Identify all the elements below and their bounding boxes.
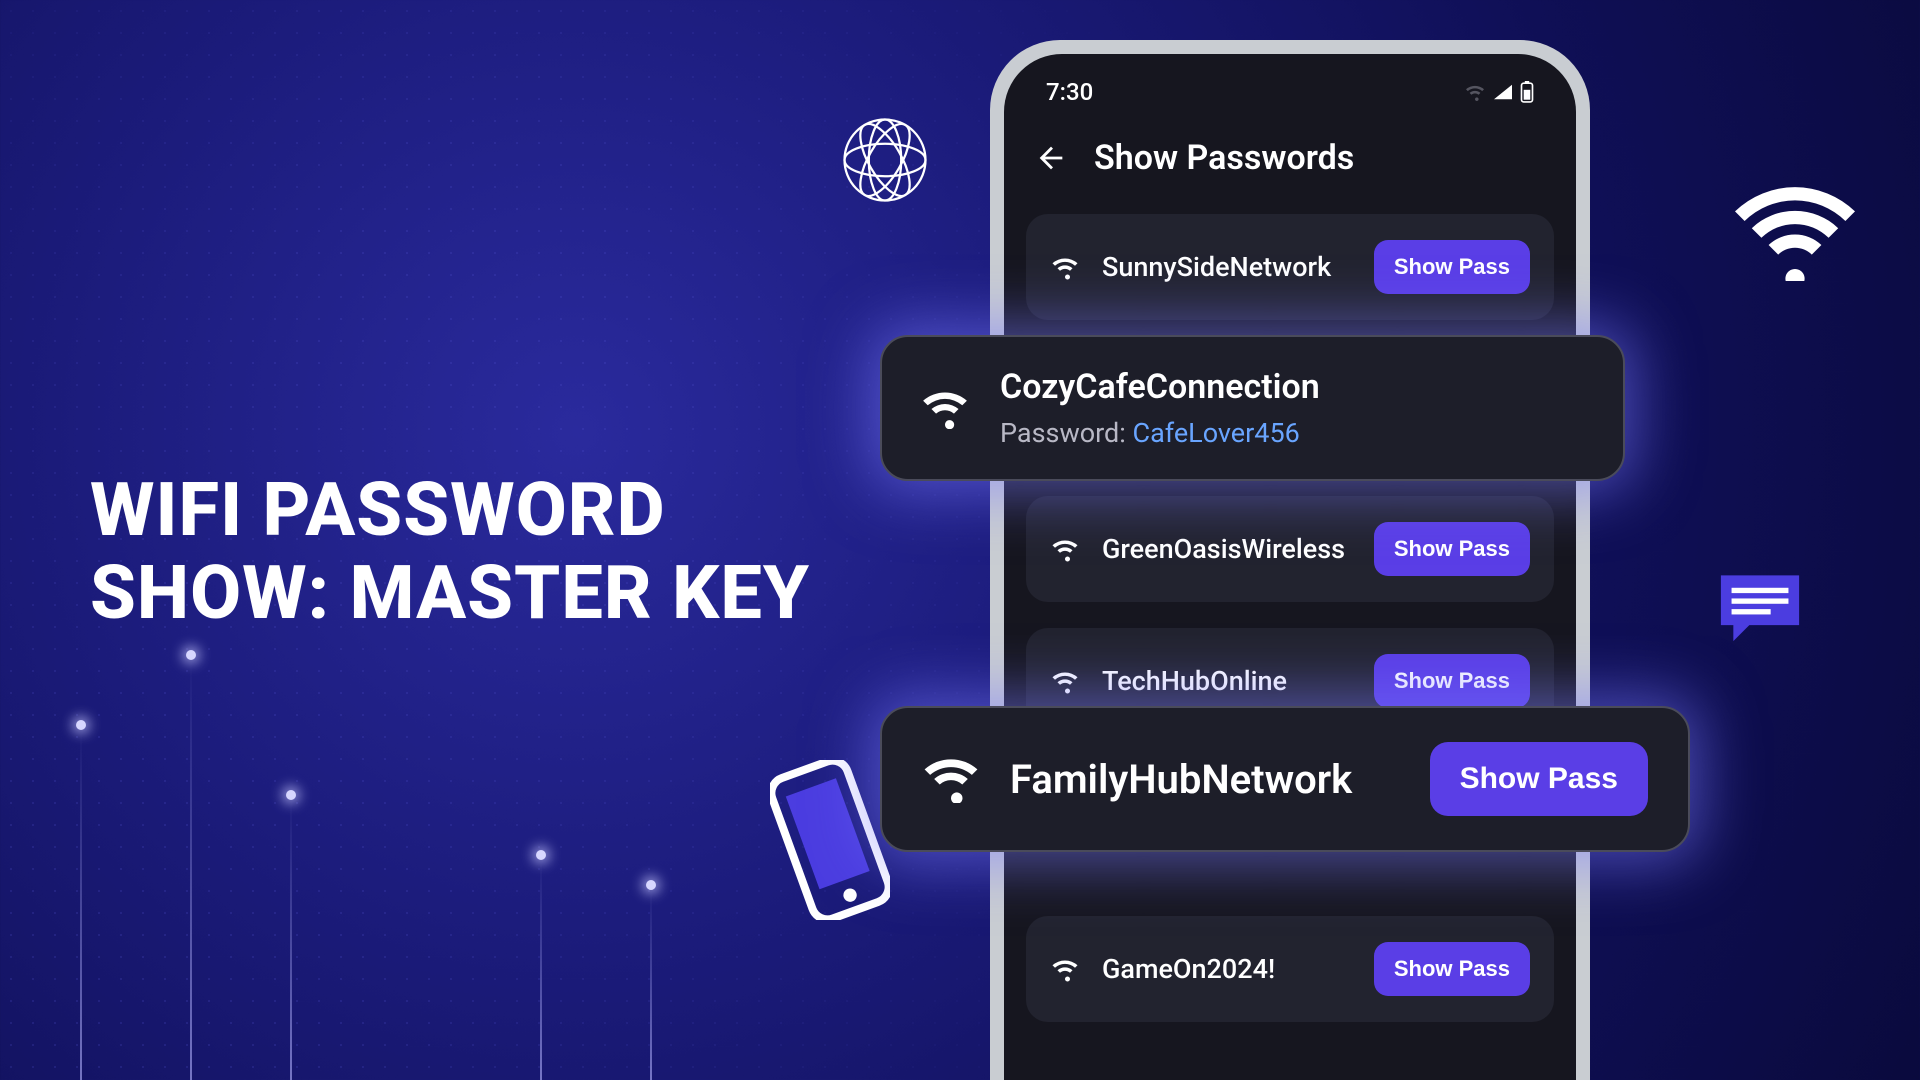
phone-screen: 7:30 Show Passwords SunnySideNetwork Sho… xyxy=(1004,54,1576,1080)
callout-show-pass: FamilyHubNetwork Show Pass xyxy=(880,706,1690,852)
callout-ssid: CozyCafeConnection xyxy=(1000,367,1585,407)
wifi-icon xyxy=(1050,536,1080,562)
network-row: SunnySideNetwork Show Pass xyxy=(1026,214,1554,320)
decor-line xyxy=(650,890,652,1080)
decor-dot xyxy=(646,880,656,890)
show-pass-button[interactable]: Show Pass xyxy=(1374,942,1530,996)
decor-line xyxy=(540,860,542,1080)
wifi-icon xyxy=(1050,956,1080,982)
callout-text: FamilyHubNetwork xyxy=(1010,756,1400,803)
wifi-icon xyxy=(920,387,970,429)
signal-icon xyxy=(1492,83,1514,101)
screen-title: Show Passwords xyxy=(1094,138,1354,178)
battery-icon xyxy=(1520,81,1534,103)
network-row: GreenOasisWireless Show Pass xyxy=(1026,496,1554,602)
wifi-icon xyxy=(1050,668,1080,694)
network-ssid: GreenOasisWireless xyxy=(1102,533,1352,565)
wifi-status-icon xyxy=(1464,83,1486,101)
wifi-icon xyxy=(1735,185,1855,305)
phone-icon xyxy=(770,760,890,920)
password-value: CafeLover456 xyxy=(1133,417,1300,449)
globe-icon xyxy=(840,115,930,205)
decor-dot xyxy=(286,790,296,800)
callout-password-line: Password: CafeLover456 xyxy=(1000,417,1585,449)
password-label: Password: xyxy=(1000,417,1133,449)
show-pass-button[interactable]: Show Pass xyxy=(1374,654,1530,708)
promo-headline: WIFI PASSWORD SHOW: MASTER KEY xyxy=(90,470,810,636)
wifi-icon xyxy=(1050,254,1080,280)
network-ssid: TechHubOnline xyxy=(1102,665,1352,697)
decor-line xyxy=(290,800,292,1080)
headline-line-2: SHOW: MASTER KEY xyxy=(90,553,810,636)
headline-line-1: WIFI PASSWORD xyxy=(90,470,810,553)
network-ssid: SunnySideNetwork xyxy=(1102,251,1352,283)
show-pass-button[interactable]: Show Pass xyxy=(1374,240,1530,294)
network-ssid: GameOn2024! xyxy=(1102,953,1352,985)
decor-dot xyxy=(76,720,86,730)
decor-dot xyxy=(536,850,546,860)
callout-text: CozyCafeConnection Password: CafeLover45… xyxy=(1000,367,1585,449)
status-bar: 7:30 xyxy=(1004,54,1576,116)
decor-dot xyxy=(186,650,196,660)
chat-icon xyxy=(1715,570,1805,650)
back-arrow-icon[interactable] xyxy=(1034,141,1068,175)
callout-ssid: FamilyHubNetwork xyxy=(1010,756,1400,803)
status-time: 7:30 xyxy=(1046,78,1093,106)
show-pass-button[interactable]: Show Pass xyxy=(1430,742,1648,816)
phone-frame: 7:30 Show Passwords SunnySideNetwork Sho… xyxy=(990,40,1590,1080)
show-pass-button[interactable]: Show Pass xyxy=(1374,522,1530,576)
network-row: GameOn2024! Show Pass xyxy=(1026,916,1554,1022)
callout-password-revealed: CozyCafeConnection Password: CafeLover45… xyxy=(880,335,1625,481)
app-header: Show Passwords xyxy=(1004,116,1576,214)
decor-line xyxy=(190,660,192,1080)
wifi-icon xyxy=(922,755,980,803)
decor-line xyxy=(80,730,82,1080)
status-icons xyxy=(1464,81,1534,103)
